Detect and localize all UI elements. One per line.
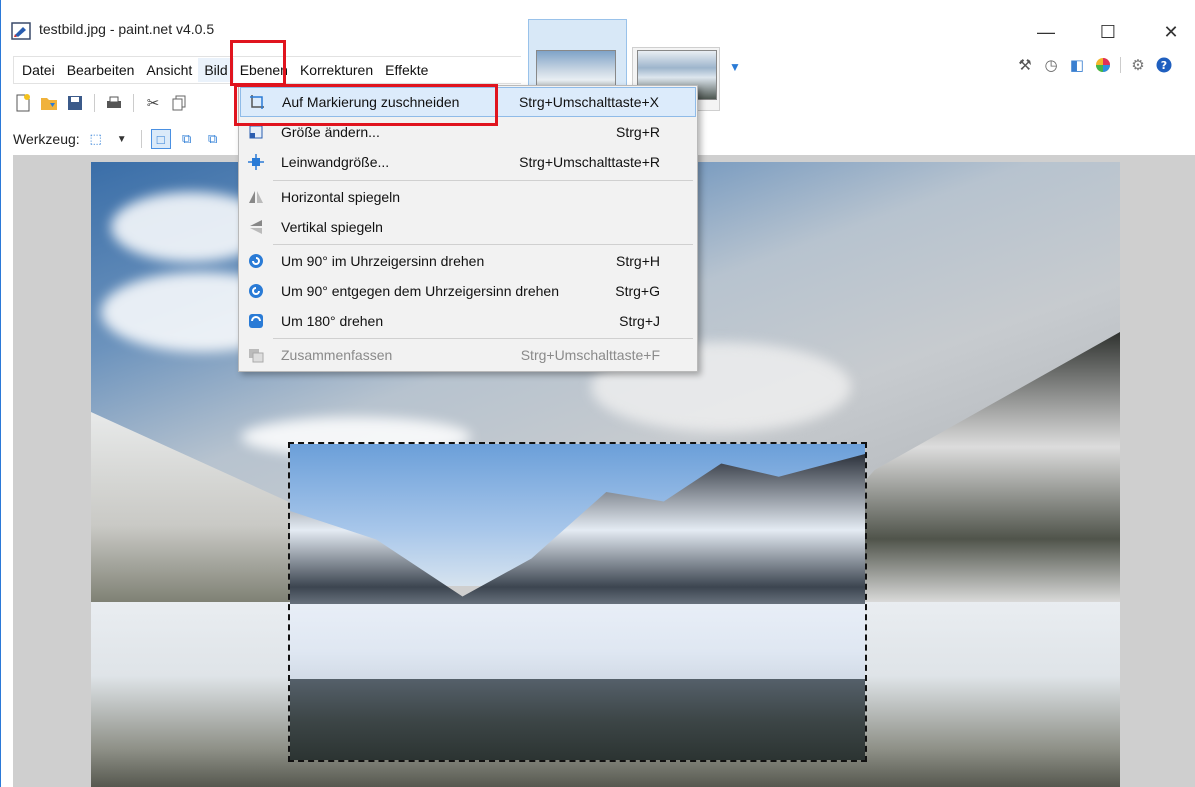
- svg-text:?: ?: [1161, 59, 1167, 72]
- menu-item-label: Um 180° drehen: [281, 313, 384, 329]
- new-image-icon[interactable]: [13, 93, 33, 113]
- menu-item-label: Horizontal spiegeln: [281, 189, 401, 205]
- history-icon[interactable]: ◷: [1042, 56, 1060, 74]
- menu-item-shortcut: Strg+H: [616, 253, 660, 269]
- rotate-cw-icon: [246, 251, 266, 271]
- menu-datei[interactable]: Datei: [16, 58, 61, 82]
- menu-item-label: Vertikal spiegeln: [281, 219, 383, 235]
- menu-item-rotate-cw[interactable]: Um 90° im Uhrzeigersinn drehen Strg+H: [240, 246, 696, 276]
- menu-item-label: Um 90° entgegen dem Uhrzeigersinn drehen: [281, 283, 559, 299]
- tool-label: Werkzeug:: [13, 131, 80, 147]
- menu-item-shortcut: Strg+Umschalttaste+X: [518, 94, 659, 110]
- tool-dropdown-icon[interactable]: ▼: [112, 129, 132, 149]
- paint-net-window: testbild.jpg - paint.net v4.0.5 — ☐ ✕ Da…: [0, 0, 1195, 787]
- menu-separator: [273, 338, 693, 339]
- menu-item-shortcut: Strg+Umschalttaste+R: [519, 154, 660, 170]
- toolbar-separator: [140, 130, 142, 148]
- menu-item-flip-horizontal[interactable]: Horizontal spiegeln: [240, 182, 696, 212]
- menu-item-shortcut: Strg+Umschalttaste+F: [520, 347, 660, 363]
- rotate-180-icon: [246, 311, 266, 331]
- flip-horizontal-icon: [246, 187, 266, 207]
- menu-item-canvas-size[interactable]: Leinwandgröße... Strg+Umschalttaste+R: [240, 147, 696, 177]
- menu-bild[interactable]: Bild: [198, 58, 234, 82]
- help-icon[interactable]: ?: [1155, 56, 1173, 74]
- menu-item-flatten[interactable]: Zusammenfassen Strg+Umschalttaste+F: [240, 340, 696, 370]
- canvas-size-icon: [246, 152, 266, 172]
- selection-rocks: [290, 679, 865, 760]
- menu-ebenen[interactable]: Ebenen: [234, 58, 294, 82]
- flatten-icon: [246, 345, 266, 365]
- menu-korrekturen[interactable]: Korrekturen: [294, 58, 379, 82]
- menu-item-shortcut: Strg+R: [616, 124, 660, 140]
- settings-icon[interactable]: ⚙: [1129, 56, 1147, 74]
- crop-icon: [247, 92, 267, 112]
- menu-item-label: Um 90° im Uhrzeigersinn drehen: [281, 253, 485, 269]
- selection-mode-exclude-icon[interactable]: ⧉: [203, 129, 223, 149]
- menu-item-label: Auf Markierung zuschneiden: [282, 94, 460, 110]
- menu-separator: [273, 244, 693, 245]
- menu-item-rotate-180[interactable]: Um 180° drehen Strg+J: [240, 306, 696, 336]
- layers-icon[interactable]: ◧: [1068, 56, 1086, 74]
- menu-bearbeiten[interactable]: Bearbeiten: [61, 58, 141, 82]
- menu-item-flip-vertical[interactable]: Vertikal spiegeln: [240, 212, 696, 242]
- rectangle-selection[interactable]: [288, 442, 867, 762]
- menu-bar: Datei Bearbeiten Ansicht Bild Ebenen Kor…: [13, 56, 521, 84]
- resize-icon: [246, 122, 266, 142]
- menu-item-shortcut: Strg+J: [619, 313, 660, 329]
- menu-item-label: Zusammenfassen: [281, 347, 393, 363]
- utility-toolbar: ⚒ ◷ ◧ ⚙ ?: [1016, 56, 1173, 74]
- menu-item-crop-to-selection[interactable]: Auf Markierung zuschneiden Strg+Umschalt…: [240, 87, 696, 117]
- tools-icon[interactable]: ⚒: [1016, 56, 1034, 74]
- image-menu-dropdown: Auf Markierung zuschneiden Strg+Umschalt…: [238, 85, 698, 372]
- menu-item-resize[interactable]: Größe ändern... Strg+R: [240, 117, 696, 147]
- menu-item-shortcut: Strg+G: [615, 283, 660, 299]
- flip-vertical-icon: [246, 217, 266, 237]
- menu-effekte[interactable]: Effekte: [379, 58, 434, 82]
- rotate-ccw-icon: [246, 281, 266, 301]
- selection-mode-replace-icon[interactable]: □: [150, 129, 171, 149]
- open-icon[interactable]: [39, 93, 59, 113]
- selection-mode-union-icon[interactable]: ⧉: [177, 129, 197, 149]
- menu-ansicht[interactable]: Ansicht: [140, 58, 198, 82]
- print-icon[interactable]: [104, 93, 124, 113]
- copy-icon[interactable]: [169, 93, 189, 113]
- minimize-button[interactable]: —: [1031, 20, 1061, 44]
- close-button[interactable]: ✕: [1156, 20, 1186, 44]
- rectangle-select-tool-icon[interactable]: ⬚: [86, 129, 106, 149]
- menu-separator: [273, 180, 693, 181]
- maximize-button[interactable]: ☐: [1093, 20, 1123, 44]
- menu-item-label: Leinwandgröße...: [281, 154, 390, 170]
- toolbar-separator: [1120, 57, 1121, 73]
- colors-icon[interactable]: [1094, 56, 1112, 74]
- toolbar-separator: [133, 94, 134, 112]
- window-title: testbild.jpg - paint.net v4.0.5: [39, 21, 215, 37]
- image-list-dropdown-icon[interactable]: ▼: [729, 60, 743, 74]
- tool-options-bar: Werkzeug: ⬚ ▼ □ ⧉ ⧉: [13, 124, 223, 154]
- menu-item-label: Größe ändern...: [281, 124, 380, 140]
- save-icon[interactable]: [65, 93, 85, 113]
- paint-net-app-icon: [11, 22, 31, 40]
- cut-icon[interactable]: ✂: [143, 93, 163, 113]
- main-toolbar: ✂: [13, 88, 189, 118]
- toolbar-separator: [94, 94, 95, 112]
- menu-item-rotate-ccw[interactable]: Um 90° entgegen dem Uhrzeigersinn drehen…: [240, 276, 696, 306]
